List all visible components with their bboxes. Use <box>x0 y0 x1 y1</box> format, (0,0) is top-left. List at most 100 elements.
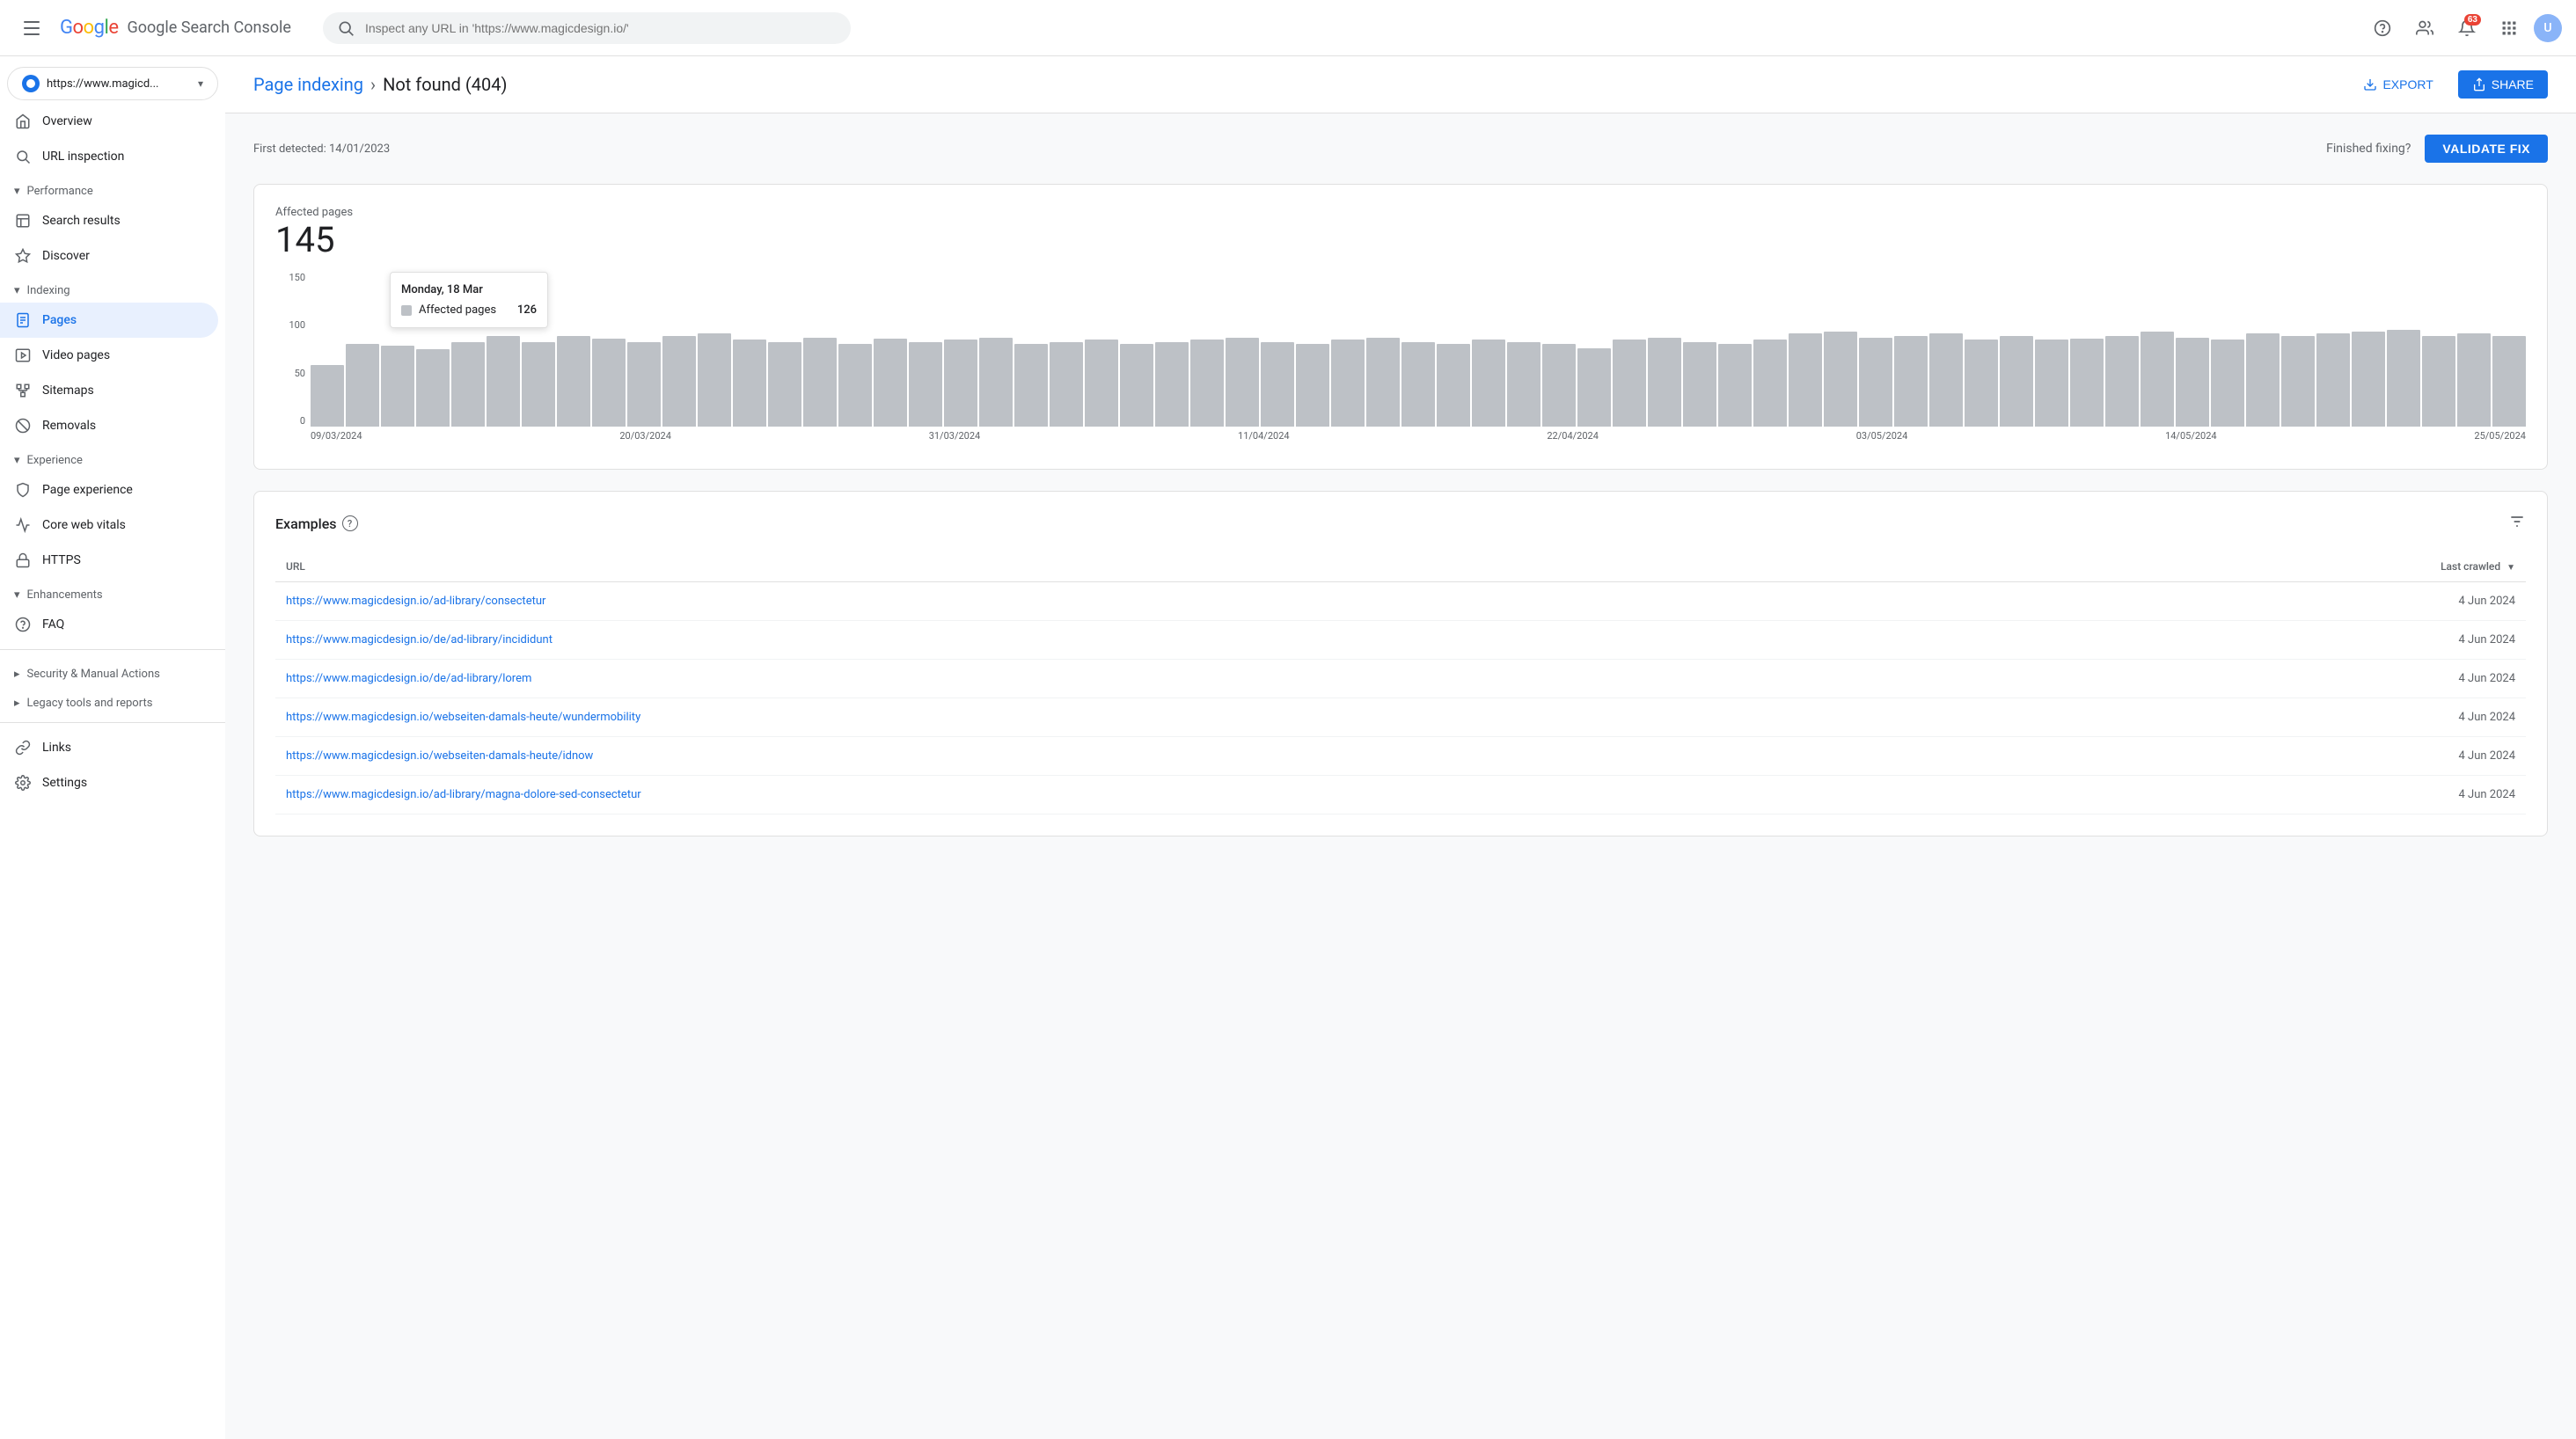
table-row[interactable]: https://www.magicdesign.io/de/ad-library… <box>275 660 2526 698</box>
video-pages-label: Video pages <box>42 348 110 362</box>
apps-button[interactable] <box>2492 11 2527 46</box>
sidebar-item-https[interactable]: HTTPS <box>0 543 218 578</box>
url-cell[interactable]: https://www.magicdesign.io/ad-library/ma… <box>275 776 2069 814</box>
x-axis-label: 03/05/2024 <box>1856 430 1908 448</box>
chart-bar <box>2176 338 2209 427</box>
share-label: SHARE <box>2492 77 2534 91</box>
sidebar-item-core-web-vitals[interactable]: Core web vitals <box>0 508 218 543</box>
sidebar: https://www.magicd... ▾ Overview URL ins… <box>0 56 225 1439</box>
sidebar-item-pages[interactable]: Pages <box>0 303 218 338</box>
property-favicon <box>22 75 40 92</box>
sidebar-section-enhancements[interactable]: ▾ Enhancements <box>0 578 225 607</box>
page-header-actions: EXPORT SHARE <box>2349 70 2548 99</box>
chart-bar <box>2070 339 2104 427</box>
chart-bar <box>2316 333 2350 427</box>
examples-section: Examples ? URL <box>254 492 2547 836</box>
page-header: Page indexing › Not found (404) EXPORT S… <box>225 56 2576 113</box>
chart-bar <box>1613 340 1646 427</box>
people-button[interactable] <box>2407 11 2442 46</box>
table-row[interactable]: https://www.magicdesign.io/webseiten-dam… <box>275 737 2526 776</box>
chart-tooltip: Monday, 18 Mar Affected pages 126 <box>390 272 548 328</box>
export-button[interactable]: EXPORT <box>2349 70 2447 99</box>
google-wordmark: Google <box>60 17 118 39</box>
table-row[interactable]: https://www.magicdesign.io/ad-library/co… <box>275 582 2526 621</box>
chart-bar <box>627 342 661 427</box>
help-button[interactable] <box>2365 11 2400 46</box>
filter-icon <box>2508 513 2526 530</box>
sidebar-item-links[interactable]: Links <box>0 730 218 765</box>
url-cell[interactable]: https://www.magicdesign.io/webseiten-dam… <box>275 737 2069 776</box>
settings-label: Settings <box>42 776 87 790</box>
chart-bar <box>1648 338 1681 427</box>
chart-wrapper: Monday, 18 Mar Affected pages 126 150 10… <box>275 272 2526 448</box>
property-chevron-icon: ▾ <box>198 77 203 90</box>
sidebar-section-performance[interactable]: ▾ Performance <box>0 174 225 203</box>
examples-help-icon[interactable]: ? <box>342 515 358 531</box>
chart-bar <box>2387 330 2420 427</box>
chart-bar <box>1577 348 1611 427</box>
sidebar-item-page-experience[interactable]: Page experience <box>0 472 218 508</box>
breadcrumb-parent[interactable]: Page indexing <box>253 74 363 95</box>
chart-bar <box>1155 342 1189 427</box>
removals-icon <box>14 417 32 435</box>
sidebar-section-legacy[interactable]: ▸ Legacy tools and reports <box>0 686 225 715</box>
menu-button[interactable] <box>14 11 49 46</box>
performance-section-label: Performance <box>27 185 93 198</box>
last-crawled-cell: 4 Jun 2024 <box>2069 660 2526 698</box>
sidebar-item-video-pages[interactable]: Video pages <box>0 338 218 373</box>
chart-bar <box>1261 342 1294 427</box>
sidebar-item-discover[interactable]: Discover <box>0 238 218 274</box>
avatar[interactable]: U <box>2534 14 2562 42</box>
section-arrow-indexing: ▾ <box>14 284 20 297</box>
chart-bar <box>1050 342 1083 427</box>
notifications-button[interactable]: 63 <box>2449 11 2485 46</box>
property-selector[interactable]: https://www.magicd... ▾ <box>7 67 218 100</box>
search-icon <box>337 19 355 37</box>
last-crawled-col-header: Last crawled ▼ <box>2069 551 2526 582</box>
url-cell[interactable]: https://www.magicdesign.io/de/ad-library… <box>275 621 2069 660</box>
sidebar-item-settings[interactable]: Settings <box>0 765 218 800</box>
table-row[interactable]: https://www.magicdesign.io/ad-library/ma… <box>275 776 2526 814</box>
sidebar-item-overview[interactable]: Overview <box>0 104 218 139</box>
section-arrow-enhancements: ▾ <box>14 588 20 602</box>
topbar: Google Google Search Console 63 <box>0 0 2576 56</box>
url-inspect-input[interactable] <box>365 21 837 35</box>
breadcrumb-separator: › <box>370 74 376 95</box>
links-label: Links <box>42 741 71 755</box>
app-logo[interactable]: Google Google Search Console <box>60 17 291 39</box>
chart-bar <box>311 365 344 427</box>
chart-bar <box>1929 333 1963 427</box>
chart-bar <box>1472 340 1505 427</box>
examples-card: Examples ? URL <box>253 491 2548 836</box>
table-row[interactable]: https://www.magicdesign.io/de/ad-library… <box>275 621 2526 660</box>
sidebar-item-sitemaps[interactable]: Sitemaps <box>0 373 218 408</box>
sidebar-url-inspection-label: URL inspection <box>42 150 124 164</box>
affected-pages-label: Affected pages <box>275 206 353 219</box>
sidebar-section-indexing[interactable]: ▾ Indexing <box>0 274 225 303</box>
filter-button[interactable] <box>2508 513 2526 534</box>
url-cell[interactable]: https://www.magicdesign.io/de/ad-library… <box>275 660 2069 698</box>
sidebar-item-url-inspection[interactable]: URL inspection <box>0 139 218 174</box>
y-label-150: 150 <box>289 272 305 283</box>
chart-bar <box>2246 333 2280 427</box>
meta-bar: First detected: 14/01/2023 Finished fixi… <box>253 135 2548 163</box>
sidebar-item-removals[interactable]: Removals <box>0 408 218 443</box>
validate-fix-button[interactable]: VALIDATE FIX <box>2425 135 2548 163</box>
share-button[interactable]: SHARE <box>2458 70 2548 99</box>
chart-bar <box>2211 340 2244 427</box>
chart-bar <box>1085 340 1118 427</box>
sidebar-item-search-results[interactable]: Search results <box>0 203 218 238</box>
examples-title: Examples ? <box>275 515 358 532</box>
chart-bar <box>909 342 942 427</box>
table-row[interactable]: https://www.magicdesign.io/webseiten-dam… <box>275 698 2526 737</box>
sidebar-section-experience[interactable]: ▾ Experience <box>0 443 225 472</box>
tooltip-value: 126 <box>517 303 537 317</box>
sidebar-section-security[interactable]: ▸ Security & Manual Actions <box>0 657 225 686</box>
chart-bar <box>1366 338 1400 427</box>
url-cell[interactable]: https://www.magicdesign.io/webseiten-dam… <box>275 698 2069 737</box>
y-axis: 150 100 50 0 <box>275 272 311 427</box>
url-cell[interactable]: https://www.magicdesign.io/ad-library/co… <box>275 582 2069 621</box>
sidebar-item-faq[interactable]: FAQ <box>0 607 218 642</box>
people-icon <box>2416 19 2433 37</box>
search-results-label: Search results <box>42 214 121 228</box>
